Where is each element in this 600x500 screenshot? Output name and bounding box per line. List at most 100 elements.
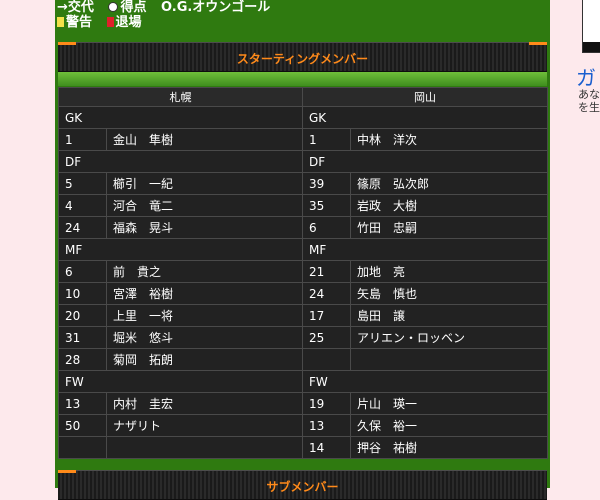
home-position-label: DF bbox=[58, 150, 303, 173]
away-player-name bbox=[350, 348, 548, 371]
red-card-icon bbox=[106, 17, 114, 27]
home-player-name: 内村 圭宏 bbox=[106, 392, 303, 415]
lineup-table: 札幌 岡山 GK GK 1 金山 隼樹 1 中林 洋次 DF DF 5 櫛引 一紀 39 篠原 弘次郎… bbox=[58, 87, 548, 459]
player-row: 20 上里 一将 17 島田 譲 bbox=[58, 304, 548, 327]
away-player-number: 25 bbox=[302, 326, 351, 349]
home-player-number: 6 bbox=[58, 260, 107, 283]
ad-text-1: あな bbox=[578, 88, 600, 101]
sidebar-ad: ガ あな を生 bbox=[572, 0, 600, 488]
away-player-number: 6 bbox=[302, 216, 351, 239]
home-player-name: 河合 竜二 bbox=[106, 194, 303, 217]
home-player-name bbox=[106, 436, 303, 459]
away-player-number: 35 bbox=[302, 194, 351, 217]
away-player-name: 竹田 忠嗣 bbox=[350, 216, 548, 239]
legend-red: 退場 bbox=[106, 15, 142, 30]
home-player-name: 堀米 悠斗 bbox=[106, 326, 303, 349]
header-glow bbox=[58, 72, 547, 86]
header-accent-right bbox=[529, 42, 547, 45]
away-position-label: FW bbox=[302, 370, 548, 393]
away-player-number: 13 bbox=[302, 414, 351, 437]
legend-own-goal: O.G.オウンゴール bbox=[160, 0, 271, 15]
home-player-name: 菊岡 拓朗 bbox=[106, 348, 303, 371]
player-row: 31 堀米 悠斗 25 アリエン・ロッベン bbox=[58, 326, 548, 349]
yellow-card-icon bbox=[57, 17, 64, 27]
player-row: 1 金山 隼樹 1 中林 洋次 bbox=[58, 128, 548, 151]
header-accent-left bbox=[58, 42, 76, 45]
away-player-name: 矢島 慎也 bbox=[350, 282, 548, 305]
sub-members-title: サブメンバー bbox=[266, 480, 339, 494]
player-row: 13 内村 圭宏 19 片山 瑛一 bbox=[58, 392, 548, 415]
sub-accent-left bbox=[58, 470, 76, 473]
player-row: 28 菊岡 拓朗 bbox=[58, 348, 548, 371]
home-player-number: 24 bbox=[58, 216, 107, 239]
away-player-name: 篠原 弘次郎 bbox=[350, 172, 548, 195]
home-player-name: ナザリト bbox=[106, 414, 303, 437]
away-player-name: 島田 譲 bbox=[350, 304, 548, 327]
away-player-number: 17 bbox=[302, 304, 351, 327]
home-player-number: 13 bbox=[58, 392, 107, 415]
away-player-number bbox=[302, 348, 351, 371]
ad-title[interactable]: ガ bbox=[576, 62, 596, 91]
home-player-number bbox=[58, 436, 107, 459]
player-row: 5 櫛引 一紀 39 篠原 弘次郎 bbox=[58, 172, 548, 195]
starting-members-title: スターティングメンバー bbox=[236, 52, 369, 66]
starting-members-header: スターティングメンバー bbox=[58, 42, 547, 72]
away-player-number: 24 bbox=[302, 282, 351, 305]
home-player-number: 50 bbox=[58, 414, 107, 437]
team-header-row: 札幌 岡山 bbox=[58, 87, 548, 107]
home-player-number: 31 bbox=[58, 326, 107, 349]
player-row: 50 ナザリト 13 久保 裕一 bbox=[58, 414, 548, 437]
home-player-number: 28 bbox=[58, 348, 107, 371]
home-team-name: 札幌 bbox=[58, 87, 303, 107]
player-row: 10 宮澤 裕樹 24 矢島 慎也 bbox=[58, 282, 548, 305]
away-player-number: 14 bbox=[302, 436, 351, 459]
home-player-name: 福森 晃斗 bbox=[106, 216, 303, 239]
away-position-label: GK bbox=[302, 106, 548, 129]
away-team-name: 岡山 bbox=[302, 87, 548, 107]
legend-sub: →交代 bbox=[57, 0, 94, 15]
player-row: 6前 貴之 21 加地 亮 bbox=[58, 260, 548, 283]
away-player-name: 片山 瑛一 bbox=[350, 392, 548, 415]
home-player-number: 20 bbox=[58, 304, 107, 327]
player-row: 24 福森 晃斗 6 竹田 忠嗣 bbox=[58, 216, 548, 239]
away-player-number: 19 bbox=[302, 392, 351, 415]
legend-row-1: →交代 得点 O.G.オウンゴール bbox=[57, 0, 280, 15]
away-player-number: 21 bbox=[302, 260, 351, 283]
away-position-label: DF bbox=[302, 150, 548, 173]
home-player-name: 上里 一将 bbox=[106, 304, 303, 327]
soccer-ball-icon bbox=[108, 2, 119, 12]
lineup-body: GK GK 1 金山 隼樹 1 中林 洋次 DF DF 5 櫛引 一紀 39 篠原 弘次郎 4 河合 竜二… bbox=[58, 106, 548, 459]
home-player-name: 櫛引 一紀 bbox=[106, 172, 303, 195]
away-player-name: 加地 亮 bbox=[350, 260, 548, 283]
away-player-name: アリエン・ロッベン bbox=[350, 326, 548, 349]
home-player-number: 4 bbox=[58, 194, 107, 217]
legend-goal: 得点 bbox=[108, 0, 146, 15]
position-row: DF DF bbox=[58, 150, 548, 173]
home-player-number: 10 bbox=[58, 282, 107, 305]
legend-red-label: 退場 bbox=[115, 15, 142, 30]
home-position-label: FW bbox=[58, 370, 303, 393]
away-player-number: 39 bbox=[302, 172, 351, 195]
home-position-label: GK bbox=[58, 106, 303, 129]
position-row: FW FW bbox=[58, 370, 548, 393]
away-player-name: 久保 裕一 bbox=[350, 414, 548, 437]
away-player-number: 1 bbox=[302, 128, 351, 151]
home-player-name: 宮澤 裕樹 bbox=[106, 282, 303, 305]
home-player-number: 1 bbox=[58, 128, 107, 151]
home-position-label: MF bbox=[58, 238, 303, 261]
home-player-name: 金山 隼樹 bbox=[106, 128, 303, 151]
position-row: GK GK bbox=[58, 106, 548, 129]
away-position-label: MF bbox=[302, 238, 548, 261]
player-row: 4 河合 竜二 35 岩政 大樹 bbox=[58, 194, 548, 217]
match-panel: →交代 得点 O.G.オウンゴール 警告 退場 スターティングメンバー 札幌 岡… bbox=[55, 0, 550, 500]
legend-goal-label: 得点 bbox=[120, 0, 147, 15]
legend-yellow: 警告 bbox=[57, 15, 92, 30]
player-row: 14 押谷 祐樹 bbox=[58, 436, 548, 459]
legend-row-2: 警告 退場 bbox=[57, 15, 152, 30]
sub-members-header: サブメンバー bbox=[58, 470, 547, 500]
position-row: MF MF bbox=[58, 238, 548, 261]
away-player-name: 押谷 祐樹 bbox=[350, 436, 548, 459]
home-player-name: 前 貴之 bbox=[106, 260, 303, 283]
away-player-name: 中林 洋次 bbox=[350, 128, 548, 151]
ad-thumbnail[interactable] bbox=[582, 0, 600, 53]
